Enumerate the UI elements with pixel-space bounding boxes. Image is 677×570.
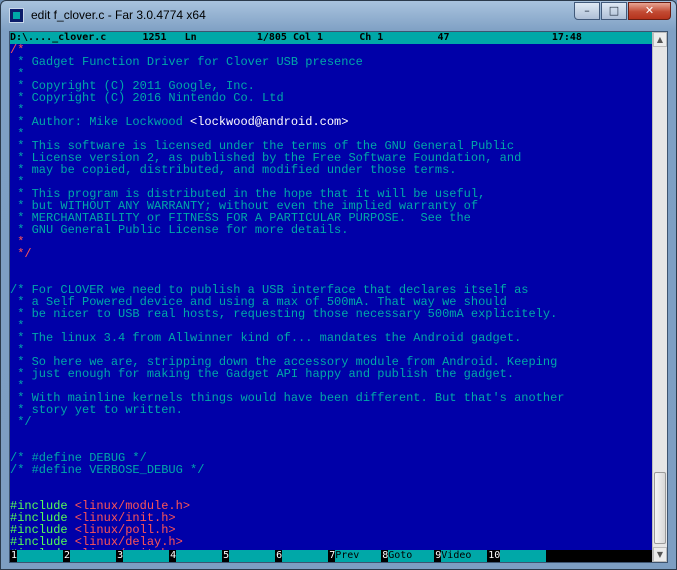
code-line[interactable]: /* #define VERBOSE_DEBUG */ bbox=[10, 464, 652, 476]
fkey-label bbox=[282, 550, 329, 562]
fkey-4[interactable]: 4 bbox=[169, 550, 223, 562]
code-segment: * just enough for making the Gadget API … bbox=[10, 367, 515, 381]
function-key-bar: 1 2 3 4 5 6 7 Prev 8 Goto 9 Video 10 bbox=[10, 550, 652, 562]
fkey-number: 9 bbox=[434, 550, 442, 562]
code-line[interactable]: * be nicer to USB real hosts, requesting… bbox=[10, 308, 652, 320]
code-segment: */ bbox=[10, 247, 32, 261]
code-segment: * be nicer to USB real hosts, requesting… bbox=[10, 307, 558, 321]
fkey-5[interactable]: 5 bbox=[222, 550, 276, 562]
fkey-6[interactable]: 6 bbox=[275, 550, 329, 562]
fkey-number: 7 bbox=[328, 550, 336, 562]
fkey-label bbox=[500, 550, 547, 562]
fkey-2[interactable]: 2 bbox=[63, 550, 117, 562]
code-segment: * story yet to written. bbox=[10, 403, 183, 417]
code-line[interactable]: * The linux 3.4 from Allwinner kind of..… bbox=[10, 332, 652, 344]
fkey-number: 5 bbox=[222, 550, 230, 562]
fkey-1[interactable]: 1 bbox=[10, 550, 64, 562]
code-line[interactable]: * Gadget Function Driver for Clover USB … bbox=[10, 56, 652, 68]
code-line[interactable] bbox=[10, 260, 652, 272]
code-line[interactable]: */ bbox=[10, 248, 652, 260]
fkey-number: 3 bbox=[116, 550, 124, 562]
code-line[interactable]: */ bbox=[10, 416, 652, 428]
code-segment: <lockwood@android.com> bbox=[190, 115, 349, 129]
code-line[interactable]: * bbox=[10, 236, 652, 248]
fkey-label bbox=[229, 550, 276, 562]
fkey-9[interactable]: 9 Video bbox=[434, 550, 488, 562]
fkey-10[interactable]: 10 bbox=[487, 550, 547, 562]
vertical-scrollbar[interactable]: ▲ ▼ bbox=[652, 32, 667, 562]
code-line[interactable]: * may be copied, distributed, and modifi… bbox=[10, 164, 652, 176]
code-line[interactable] bbox=[10, 428, 652, 440]
fkey-label: Goto bbox=[388, 550, 435, 562]
scroll-up-arrow-icon[interactable]: ▲ bbox=[653, 32, 667, 47]
code-line[interactable]: * Copyright (C) 2016 Nintendo Co. Ltd bbox=[10, 92, 652, 104]
code-segment: * GNU General Public License for more de… bbox=[10, 223, 349, 237]
far-editor-window: edit f_clover.c - Far 3.0.4774 x64 – □ ✕… bbox=[0, 0, 677, 570]
code-line[interactable]: * story yet to written. bbox=[10, 404, 652, 416]
fkey-label bbox=[176, 550, 223, 562]
fkey-label bbox=[123, 550, 170, 562]
fkey-3[interactable]: 3 bbox=[116, 550, 170, 562]
fkey-number: 2 bbox=[63, 550, 71, 562]
fkey-label: Video bbox=[441, 550, 488, 562]
fkey-number: 10 bbox=[487, 550, 501, 562]
fkey-number: 1 bbox=[10, 550, 18, 562]
code-segment: * Copyright (C) 2016 Nintendo Co. Ltd bbox=[10, 91, 284, 105]
editor-text-area[interactable]: /* * Gadget Function Driver for Clover U… bbox=[10, 44, 652, 550]
code-line[interactable]: * just enough for making the Gadget API … bbox=[10, 368, 652, 380]
scrollbar-thumb[interactable] bbox=[654, 472, 666, 544]
fkey-label bbox=[17, 550, 64, 562]
code-segment: * The linux 3.4 from Allwinner kind of..… bbox=[10, 331, 522, 345]
scroll-down-arrow-icon[interactable]: ▼ bbox=[653, 547, 667, 562]
code-line[interactable]: * Author: Mike Lockwood <lockwood@androi… bbox=[10, 116, 652, 128]
far-app-icon[interactable] bbox=[9, 8, 24, 23]
code-segment: * Author: Mike Lockwood bbox=[10, 115, 191, 129]
title-bar[interactable]: edit f_clover.c - Far 3.0.4774 x64 – □ ✕ bbox=[1, 1, 676, 30]
fkey-label: Prev bbox=[335, 550, 382, 562]
fkey-7[interactable]: 7 Prev bbox=[328, 550, 382, 562]
fkey-number: 8 bbox=[381, 550, 389, 562]
code-segment: * may be copied, distributed, and modifi… bbox=[10, 163, 457, 177]
editor-status-bar: D:\...._clover.c 1251 Ln 1/805 Col 1 Ch … bbox=[10, 32, 652, 44]
fkey-number: 6 bbox=[275, 550, 283, 562]
code-segment: /* #define VERBOSE_DEBUG */ bbox=[10, 463, 205, 477]
fkey-8[interactable]: 8 Goto bbox=[381, 550, 435, 562]
window-controls: – □ ✕ bbox=[573, 2, 671, 20]
code-segment: */ bbox=[10, 415, 32, 429]
minimize-button[interactable]: – bbox=[574, 2, 600, 20]
close-button[interactable]: ✕ bbox=[628, 2, 671, 20]
console-area: D:\...._clover.c 1251 Ln 1/805 Col 1 Ch … bbox=[9, 31, 668, 563]
code-line[interactable]: * GNU General Public License for more de… bbox=[10, 224, 652, 236]
maximize-button[interactable]: □ bbox=[601, 2, 627, 20]
code-segment: * Gadget Function Driver for Clover USB … bbox=[10, 55, 363, 69]
code-line[interactable] bbox=[10, 476, 652, 488]
window-title: edit f_clover.c - Far 3.0.4774 x64 bbox=[31, 8, 206, 22]
fkey-label bbox=[70, 550, 117, 562]
fkey-number: 4 bbox=[169, 550, 177, 562]
